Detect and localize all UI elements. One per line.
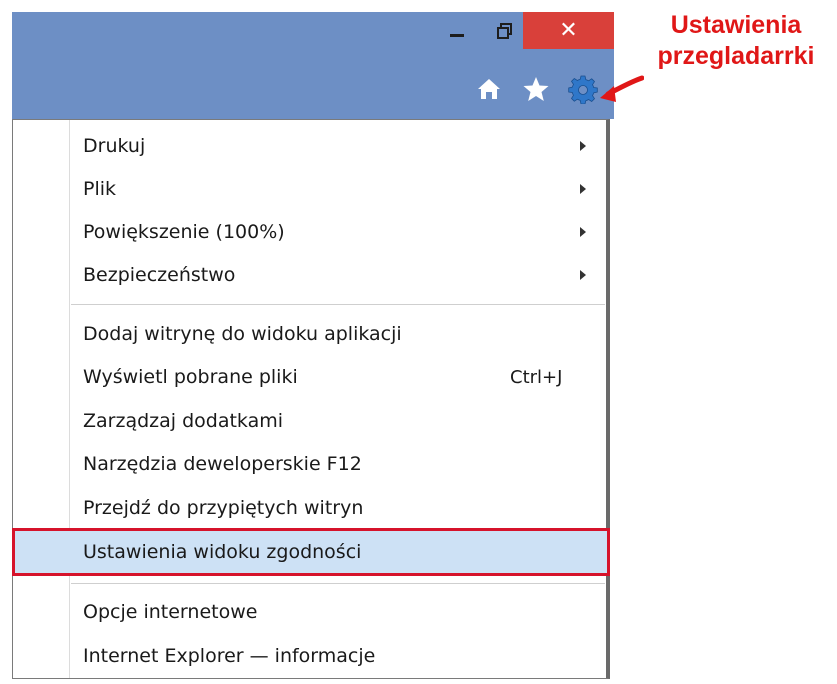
restore-button[interactable]	[482, 12, 528, 49]
screenshot-root: ✕ Ustawienia przegladarrki Drukuj Plik P…	[0, 0, 837, 684]
menu-item-manage-addons[interactable]: Zarządzaj dodatkami	[15, 400, 605, 442]
menu-item-shortcut: Ctrl+J	[510, 366, 563, 388]
menu-item-pinned-sites[interactable]: Przejdź do przypiętych witryn	[15, 487, 605, 529]
home-icon	[478, 79, 500, 99]
menu-item-add-site-to-apps[interactable]: Dodaj witrynę do widoku aplikacji	[15, 313, 605, 355]
menu-item-zoom[interactable]: Powiększenie (100%)	[15, 211, 605, 253]
menu-item-label: Przejdź do przypiętych witryn	[83, 497, 364, 519]
menu-item-developer-tools[interactable]: Narzędzia deweloperskie F12	[15, 443, 605, 485]
menu-item-safety[interactable]: Bezpieczeństwo	[15, 254, 605, 296]
annotation-line-1: Ustawienia	[670, 11, 802, 39]
close-icon: ✕	[559, 18, 578, 43]
star-icon	[523, 77, 549, 101]
close-button[interactable]: ✕	[523, 12, 614, 49]
annotation-line-2: przegladarrki	[657, 42, 815, 70]
menu-item-about-ie[interactable]: Internet Explorer — informacje	[15, 635, 605, 677]
home-button[interactable]	[474, 74, 504, 104]
menu-item-compatibility-view[interactable]: Ustawienia widoku zgodności	[12, 528, 610, 576]
chevron-right-icon	[580, 227, 586, 237]
menu-item-print[interactable]: Drukuj	[15, 125, 605, 167]
menu-item-label: Plik	[83, 178, 117, 200]
minimize-icon	[450, 34, 464, 37]
menu-item-label: Drukuj	[83, 135, 146, 157]
menu-item-label: Ustawienia widoku zgodności	[83, 541, 362, 563]
minimize-button[interactable]	[434, 12, 480, 49]
menu-item-label: Dodaj witrynę do widoku aplikacji	[83, 323, 402, 345]
settings-button[interactable]	[568, 74, 598, 104]
menu-item-label: Narzędzia deweloperskie F12	[83, 453, 362, 475]
menu-item-internet-options[interactable]: Opcje internetowe	[15, 591, 605, 633]
favorites-button[interactable]	[521, 74, 551, 104]
chevron-right-icon	[580, 141, 586, 151]
menu-item-label: Zarządzaj dodatkami	[83, 410, 284, 432]
menu-item-file[interactable]: Plik	[15, 168, 605, 210]
chevron-right-icon	[580, 184, 586, 194]
browser-titlebar: ✕	[12, 12, 614, 119]
menu-item-label: Bezpieczeństwo	[83, 264, 236, 286]
annotation-arrow-icon	[600, 75, 644, 102]
menu-item-label: Opcje internetowe	[83, 601, 258, 623]
menu-separator	[71, 304, 605, 305]
restore-icon	[497, 22, 512, 39]
menu-item-view-downloads[interactable]: Wyświetl pobrane pliki Ctrl+J	[15, 356, 605, 398]
settings-menu: Drukuj Plik Powiększenie (100%) Bezpiecz…	[12, 119, 610, 679]
menu-item-label: Wyświetl pobrane pliki	[83, 366, 298, 388]
chevron-right-icon	[580, 270, 586, 280]
menu-item-label: Powiększenie (100%)	[83, 221, 285, 243]
annotation-label: Ustawienia przegladarrki	[641, 10, 831, 72]
menu-separator	[71, 583, 605, 584]
menu-item-label: Internet Explorer — informacje	[83, 645, 376, 667]
gear-icon	[568, 75, 598, 104]
